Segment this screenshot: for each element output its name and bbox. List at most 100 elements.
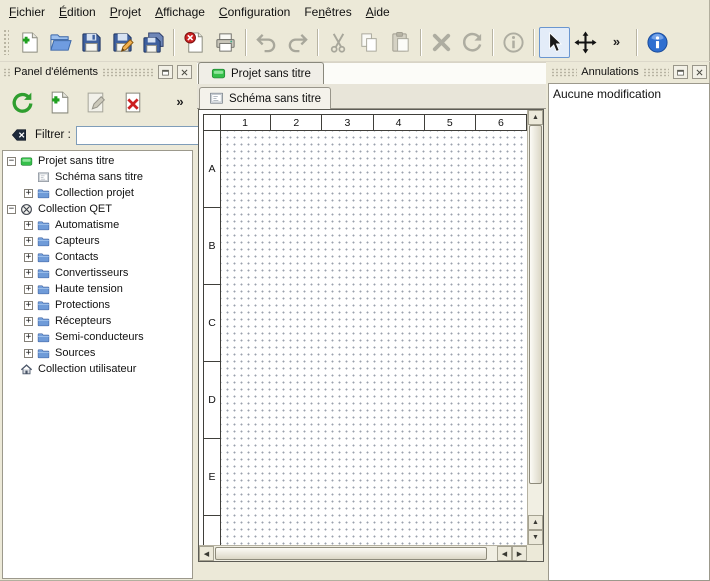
- paste-button[interactable]: [385, 27, 416, 58]
- toolbar-overflow-button[interactable]: »: [601, 27, 632, 58]
- tree-item-label: Semi-conducteurs: [55, 331, 144, 343]
- float-undo-button[interactable]: [673, 65, 688, 79]
- menu-aide[interactable]: Aide: [359, 2, 397, 22]
- panel-overflow-button[interactable]: »: [172, 87, 188, 117]
- rotate-icon: [461, 31, 484, 54]
- save-all-button[interactable]: [138, 27, 169, 58]
- save-as-button[interactable]: [107, 27, 138, 58]
- menu-fichier[interactable]: Fichier: [2, 2, 52, 22]
- close-panel-button[interactable]: [177, 65, 192, 79]
- expander-plus-icon[interactable]: +: [24, 237, 33, 246]
- scroll-down-button[interactable]: ▼: [528, 530, 543, 545]
- about-qet-button[interactable]: [642, 27, 673, 58]
- menu-affichage[interactable]: Affichage: [148, 2, 212, 22]
- menu-fenetres[interactable]: Fenêtres: [297, 2, 358, 22]
- row-label: D: [204, 362, 220, 439]
- page-plus-icon: [47, 90, 72, 115]
- row-label: C: [204, 285, 220, 362]
- menu-edition[interactable]: Édition: [52, 2, 103, 22]
- tree-item-collection-utilisateur[interactable]: Collection utilisateur: [3, 361, 192, 377]
- undo-list: Aucune modification: [548, 83, 710, 581]
- tab-schema[interactable]: Schéma sans titre: [199, 87, 331, 109]
- float-panel-button[interactable]: [158, 65, 173, 79]
- tree-item-contacts[interactable]: +Contacts: [3, 249, 192, 265]
- tree-item-label: Sources: [55, 347, 95, 359]
- expander-plus-icon[interactable]: +: [24, 285, 33, 294]
- vscroll-thumb[interactable]: [529, 125, 542, 484]
- save-button[interactable]: [76, 27, 107, 58]
- new-project-button[interactable]: [14, 27, 45, 58]
- undo-list-item[interactable]: Aucune modification: [549, 84, 709, 104]
- clear-filter-button[interactable]: [8, 127, 30, 144]
- tree-item-protections[interactable]: +Protections: [3, 297, 192, 313]
- expander-plus-icon[interactable]: +: [24, 333, 33, 342]
- undo-panel-titlebar: Annulations: [548, 62, 710, 82]
- close-file-button[interactable]: [179, 27, 210, 58]
- expander-plus-icon[interactable]: +: [24, 189, 33, 198]
- scroll-up-button[interactable]: ▲: [528, 110, 543, 125]
- paste-icon: [389, 31, 412, 54]
- scroll-left-button[interactable]: ◀: [199, 546, 214, 561]
- cut-button[interactable]: [323, 27, 354, 58]
- scroll-left-button-2[interactable]: ◀: [497, 546, 512, 561]
- tab-schema-label: Schéma sans titre: [229, 93, 321, 105]
- new-element-button[interactable]: [44, 87, 74, 117]
- close-icon: [695, 68, 704, 77]
- copy-button[interactable]: [354, 27, 385, 58]
- reload-collections-button[interactable]: [7, 87, 37, 117]
- tree-item-automatisme[interactable]: +Automatisme: [3, 217, 192, 233]
- tree-item-capteurs[interactable]: + Capteurs: [3, 233, 192, 249]
- tree-item-collection-qet[interactable]: −Collection QET: [3, 201, 192, 217]
- expander-plus-icon[interactable]: +: [24, 317, 33, 326]
- menu-configuration[interactable]: Configuration: [212, 2, 297, 22]
- redo-button[interactable]: [282, 27, 313, 58]
- vertical-scrollbar[interactable]: ▲ ▲ ▼: [527, 110, 543, 545]
- tab-project[interactable]: Projet sans titre: [198, 62, 324, 84]
- expander-plus-icon[interactable]: +: [24, 349, 33, 358]
- expander-plus-icon[interactable]: +: [24, 221, 33, 230]
- diagram-scene[interactable]: 123456 ABCDE: [199, 110, 527, 545]
- pan-mode-button[interactable]: [570, 27, 601, 58]
- tree-item-schema-sans-titre[interactable]: Schéma sans titre: [3, 169, 192, 185]
- hscroll-track[interactable]: [214, 547, 497, 560]
- tree-item-label: Collection utilisateur: [38, 363, 136, 375]
- scroll-right-button[interactable]: ▶: [512, 546, 527, 561]
- tree-item-semi-conducteurs[interactable]: + Semi-conducteurs: [3, 329, 192, 345]
- close-icon: [180, 68, 189, 77]
- horizontal-scrollbar[interactable]: ◀ ◀ ▶: [199, 545, 527, 561]
- toolbar-separator: [173, 29, 175, 56]
- undo-button[interactable]: [251, 27, 282, 58]
- expander-minus-icon[interactable]: −: [7, 157, 16, 166]
- expander-plus-icon[interactable]: +: [24, 253, 33, 262]
- expander-plus-icon[interactable]: +: [24, 269, 33, 278]
- column-label: 2: [271, 115, 322, 130]
- diagram-info-button[interactable]: [498, 27, 529, 58]
- grid-canvas[interactable]: [221, 131, 527, 545]
- tree-item-convertisseurs[interactable]: +Convertisseurs: [3, 265, 192, 281]
- tree-item-projet-sans-titre[interactable]: −Projet sans titre: [3, 153, 192, 169]
- hscroll-thumb[interactable]: [215, 547, 487, 560]
- tree-item-label: Capteurs: [55, 235, 100, 247]
- vscroll-track[interactable]: [529, 125, 542, 515]
- tree-item-collection-projet[interactable]: +Collection projet: [3, 185, 192, 201]
- column-label: 3: [322, 115, 373, 130]
- close-undo-button[interactable]: [692, 65, 707, 79]
- select-mode-button[interactable]: [539, 27, 570, 58]
- dock-texture: [102, 68, 154, 77]
- delete-selection-button[interactable]: [426, 27, 457, 58]
- edit-element-button[interactable]: [81, 87, 111, 117]
- elements-panel-dock: Panel d'éléments » Filtrer : −Projet san…: [0, 62, 195, 581]
- rotate-selection-button[interactable]: [457, 27, 488, 58]
- tree-item-recepteurs[interactable]: +Récepteurs: [3, 313, 192, 329]
- folder-icon: [37, 330, 51, 344]
- print-button[interactable]: [210, 27, 241, 58]
- scroll-up-button-2[interactable]: ▲: [528, 515, 543, 530]
- open-project-button[interactable]: [45, 27, 76, 58]
- expander-plus-icon[interactable]: +: [24, 301, 33, 310]
- tree-item-sources[interactable]: + Sources: [3, 345, 192, 361]
- toolbar-drag-handle[interactable]: [3, 29, 9, 55]
- delete-element-button[interactable]: [118, 87, 148, 117]
- menu-projet[interactable]: Projet: [103, 2, 148, 22]
- tree-item-haute-tension[interactable]: +Haute tension: [3, 281, 192, 297]
- expander-minus-icon[interactable]: −: [7, 205, 16, 214]
